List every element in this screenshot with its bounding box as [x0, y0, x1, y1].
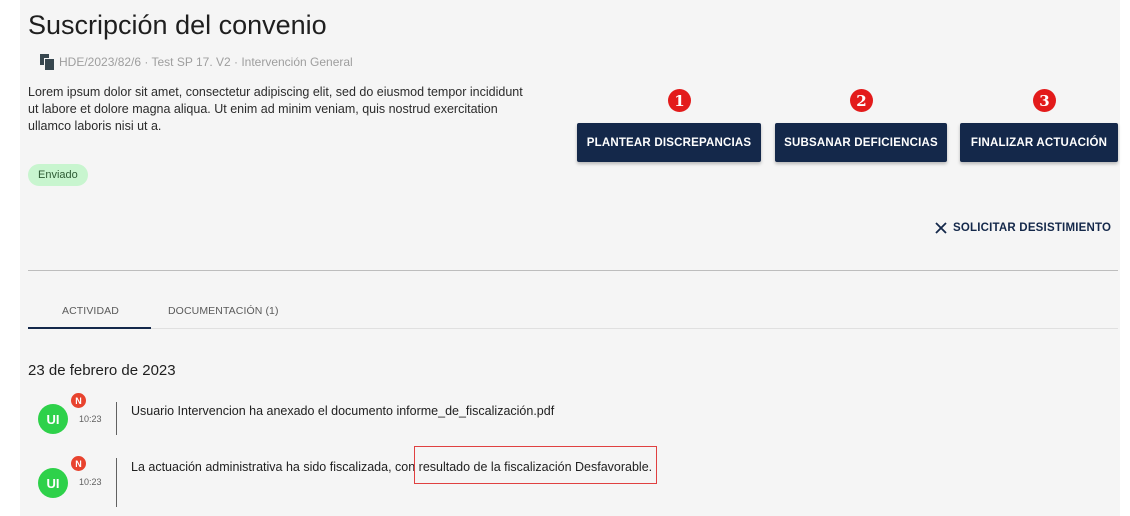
page-title: Suscripción del convenio: [28, 10, 327, 40]
activity-text: Usuario Intervencion ha anexado el docum…: [131, 404, 555, 418]
copy-document-icon: [40, 54, 54, 70]
active-tab-indicator: [28, 327, 151, 329]
status-badge: Enviado: [28, 164, 88, 186]
tab-actividad[interactable]: ACTIVIDAD: [62, 305, 119, 317]
new-badge: N: [71, 393, 86, 408]
section-divider: [28, 270, 1118, 271]
finalizar-actuacion-button[interactable]: FINALIZAR ACTUACIÓN: [960, 123, 1118, 162]
tab-bar-divider: [151, 328, 1118, 329]
timeline-line: [116, 402, 117, 435]
activity-time: 10:23: [79, 477, 102, 487]
highlight-box: [414, 446, 657, 484]
plantear-discrepancias-button[interactable]: PLANTEAR DISCREPANCIAS: [577, 123, 761, 162]
expedient-meta: HDE/2023/82/6 · Test SP 17. V2 · Interve…: [40, 54, 353, 70]
new-badge: N: [71, 456, 86, 471]
solicitar-desistimiento-label: SOLICITAR DESISTIMIENTO: [953, 222, 1112, 234]
tab-documentacion[interactable]: DOCUMENTACIÓN (1): [168, 305, 279, 317]
step-marker-1: 1: [668, 89, 691, 112]
activity-time: 10:23: [79, 414, 102, 424]
timeline-line: [116, 458, 117, 507]
page-background: [20, 0, 1120, 516]
activity-date-heading: 23 de febrero de 2023: [28, 362, 176, 379]
avatar: UI: [38, 404, 68, 434]
subsanar-deficiencias-button[interactable]: SUBSANAR DEFICIENCIAS: [775, 123, 947, 162]
close-icon: [935, 222, 947, 234]
step-marker-3: 3: [1033, 89, 1056, 112]
description-text: Lorem ipsum dolor sit amet, consectetur …: [28, 85, 523, 133]
step-marker-2: 2: [850, 89, 873, 112]
solicitar-desistimiento-button[interactable]: SOLICITAR DESISTIMIENTO: [935, 222, 1111, 234]
expedient-meta-text: HDE/2023/82/6 · Test SP 17. V2 · Interve…: [59, 54, 353, 69]
avatar: UI: [38, 468, 68, 498]
